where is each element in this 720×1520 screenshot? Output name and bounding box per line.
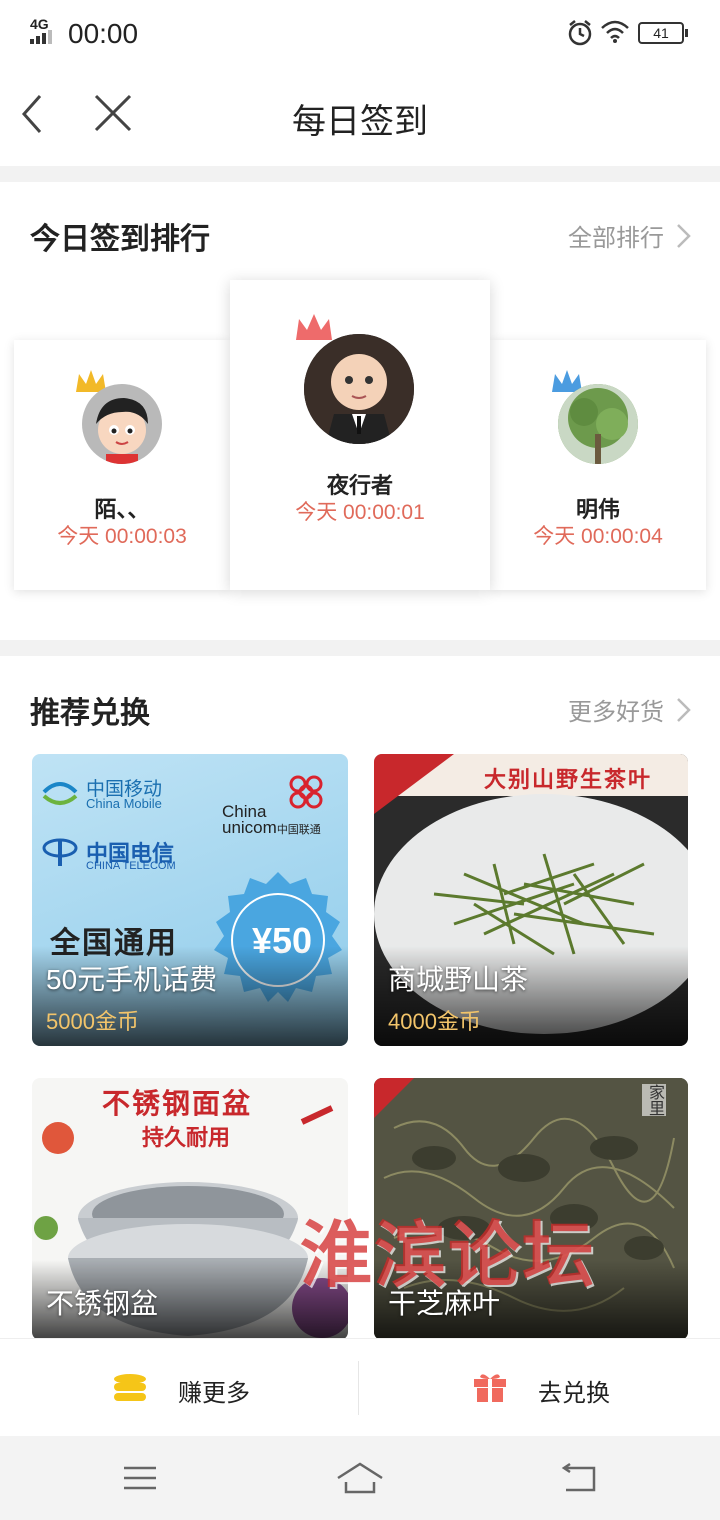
product-card[interactable]: 中国移动 China Mobile 中国电信 CHINA TELECOM Chi… bbox=[32, 754, 348, 1046]
signal-icon bbox=[30, 30, 52, 44]
avatar-boss-baby bbox=[304, 334, 414, 444]
product-price: 5000金币 bbox=[46, 1009, 139, 1034]
avatar bbox=[304, 334, 414, 444]
product-name: 50元手机话费 bbox=[46, 964, 218, 995]
watermark: 淮滨论坛 bbox=[300, 1212, 597, 1297]
system-nav-bar bbox=[0, 1436, 720, 1520]
brand-unicom-cn: 中国联通 bbox=[276, 824, 321, 836]
coins-icon bbox=[114, 1374, 146, 1401]
bowl-headline: 不锈钢面盆 bbox=[102, 1088, 253, 1119]
all-ranking-link[interactable]: 全部排行 bbox=[568, 218, 694, 253]
avatar bbox=[82, 384, 162, 464]
divider bbox=[358, 1361, 359, 1415]
crown-gold-icon bbox=[296, 314, 332, 340]
brand-unicom-line2: unicom中国联通 bbox=[222, 818, 321, 838]
all-ranking-label: 全部排行 bbox=[568, 225, 664, 252]
gift-icon bbox=[474, 1374, 506, 1402]
earn-more-label: 赚更多 bbox=[178, 1380, 250, 1407]
product-price: 4000金币 bbox=[388, 1009, 481, 1034]
brand-unicom-en2: unicom bbox=[222, 818, 277, 837]
avatar bbox=[558, 384, 638, 464]
product-card[interactable]: 大别山野生茶叶 商城野山茶 4000金币 bbox=[374, 754, 688, 1046]
menu-icon[interactable] bbox=[122, 1464, 158, 1492]
brand-telecom-en: CHINA TELECOM bbox=[86, 860, 176, 872]
chevron-right-icon bbox=[677, 697, 691, 722]
rank-time: 今天 00:00:03 bbox=[57, 525, 187, 548]
alarm-icon bbox=[568, 20, 592, 46]
rank-time: 今天 00:00:04 bbox=[533, 525, 663, 548]
rank-card-2[interactable]: 陌、、 今天 00:00:03 bbox=[14, 340, 230, 590]
bowl-sub: 持久耐用 bbox=[142, 1125, 231, 1150]
ranking-title: 今日签到排行 bbox=[30, 223, 210, 256]
china-mobile-logo bbox=[42, 782, 78, 805]
status-time: 00:00 bbox=[68, 18, 139, 49]
product-name: 商城野山茶 bbox=[388, 964, 529, 995]
brand-unicom: China unicom中国联通 bbox=[222, 803, 321, 838]
go-exchange-button[interactable]: 去兑换 bbox=[360, 1339, 720, 1437]
brand-mobile-en: China Mobile bbox=[86, 796, 162, 811]
more-goods-label: 更多好货 bbox=[568, 699, 664, 726]
avatar-cartoon-boy bbox=[96, 398, 148, 464]
rank-card-3[interactable]: 明伟 今天 00:00:04 bbox=[490, 340, 706, 590]
bottom-action-bar: 赚更多 去兑换 bbox=[0, 1338, 720, 1437]
china-telecom-logo bbox=[42, 838, 78, 866]
product-name: 不锈钢盆 bbox=[46, 1288, 159, 1319]
status-bar: 4G 00:00 41 bbox=[0, 0, 720, 66]
go-exchange-label: 去兑换 bbox=[538, 1380, 610, 1407]
tea-banner: 大别山野生茶叶 bbox=[484, 767, 653, 792]
wifi-icon bbox=[601, 20, 629, 43]
more-goods-link[interactable]: 更多好货 bbox=[568, 692, 694, 727]
avatar-tree-photo bbox=[558, 384, 638, 464]
nav-bar: 每日签到 bbox=[0, 66, 720, 166]
earn-more-button[interactable]: 赚更多 bbox=[0, 1339, 358, 1437]
sesame-corner-text: 家里 bbox=[642, 1084, 666, 1116]
ranking-section: 今日签到排行 全部排行 陌、、 今天 00:00:03 明伟 今天 00:00:… bbox=[0, 182, 720, 640]
rank-time: 今天 00:00:01 bbox=[295, 501, 425, 524]
home-icon[interactable] bbox=[336, 1460, 384, 1496]
return-icon[interactable] bbox=[560, 1462, 598, 1494]
page-title: 每日签到 bbox=[292, 103, 428, 141]
rank-card-1[interactable]: 夜行者 今天 00:00:01 bbox=[230, 280, 490, 590]
battery-icon: 41 bbox=[638, 22, 688, 44]
exchange-title: 推荐兑换 bbox=[30, 697, 150, 730]
chevron-right-icon bbox=[677, 223, 691, 248]
